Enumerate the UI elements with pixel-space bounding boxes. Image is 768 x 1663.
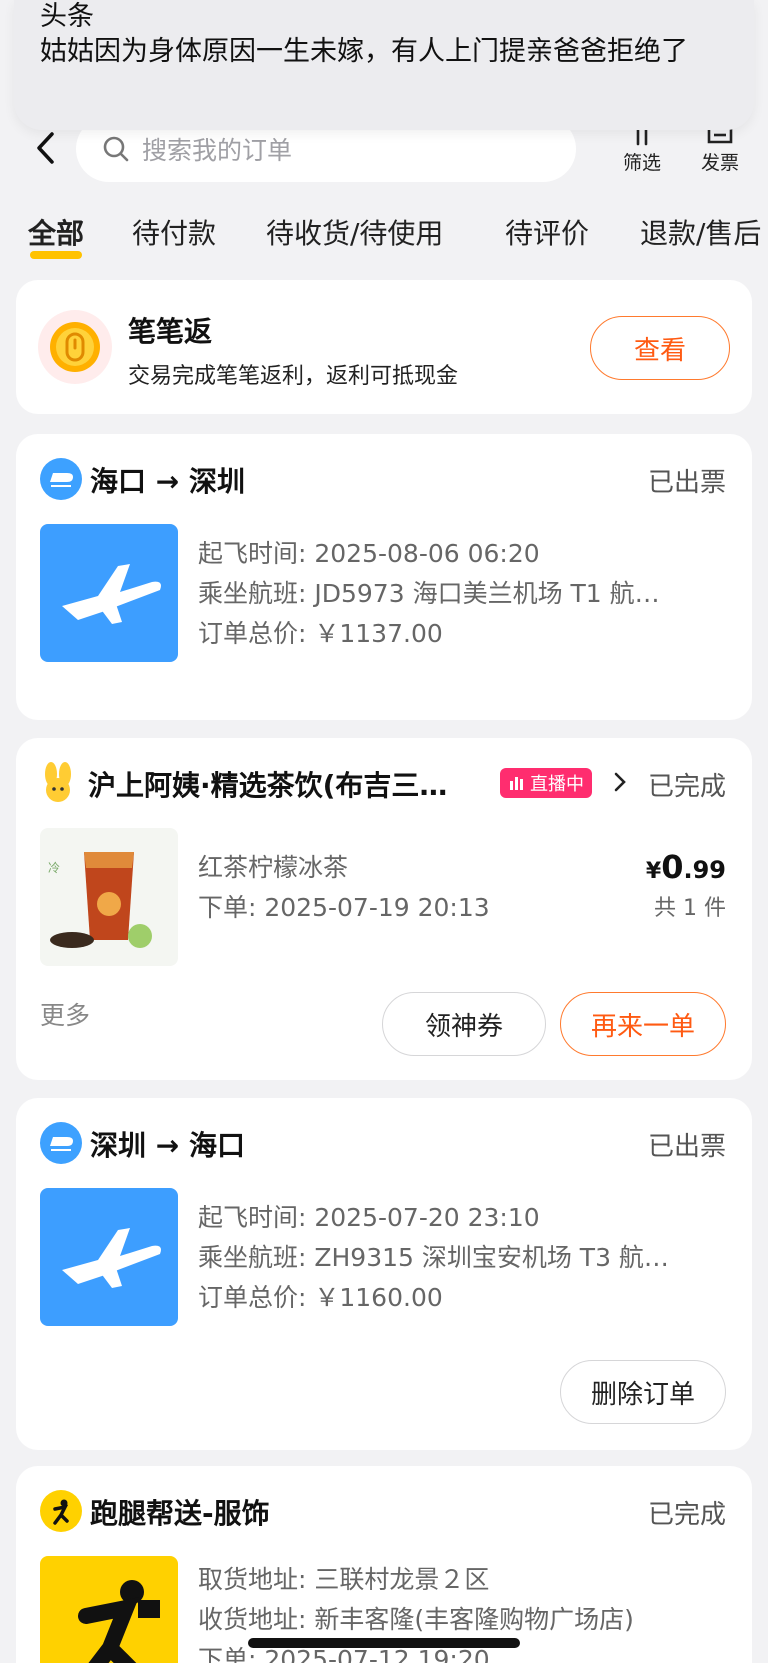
product-name: 红茶柠檬冰茶 — [198, 853, 349, 882]
errand-icon — [40, 1490, 82, 1532]
order-card-flight-1[interactable]: 海口 → 深圳 已出票 起飞时间: 2025-08-06 06:20 乘坐航班:… — [16, 434, 752, 720]
runner-icon — [40, 1556, 178, 1663]
tab-pending-review[interactable]: 待评价 — [505, 212, 589, 252]
filter-label: 筛选 — [622, 152, 661, 174]
price-symbol: ¥ — [645, 859, 662, 884]
price-integer: 0 — [661, 848, 684, 886]
search-placeholder: 搜索我的订单 — [142, 136, 293, 165]
cashback-title: 笔笔返 — [128, 315, 213, 348]
tab-pending-payment[interactable]: 待付款 — [132, 212, 216, 252]
price: ¥0.99 — [646, 848, 726, 886]
cashback-subtitle: 交易完成笔笔返利，返利可抵现金 — [128, 364, 459, 389]
order-time: 下单: 2025-07-19 20:13 — [198, 893, 490, 922]
price-decimal: .99 — [683, 856, 726, 884]
quantity: 共 1 件 — [654, 896, 726, 921]
notification-body: 姑姑因为身体原因一生未嫁，有人上门提亲爸爸拒绝了 — [40, 36, 688, 67]
svg-text:冷: 冷 — [48, 861, 60, 875]
order-total: 订单总价: ￥1137.00 — [198, 619, 443, 648]
order-card-tea[interactable]: 沪上阿姨·精选茶饮(布吉三… 直播中 已完成 冷 红茶柠檬冰茶 下单: 2025… — [16, 738, 752, 1080]
tab-refund[interactable]: 退款/售后 — [640, 212, 761, 252]
departure-time: 起飞时间: 2025-08-06 06:20 — [198, 539, 540, 568]
tab-all[interactable]: 全部 — [28, 212, 84, 252]
pickup-address: 取货地址: 三联村龙景２区 — [198, 1565, 490, 1594]
back-icon[interactable] — [30, 128, 64, 168]
live-badge-label: 直播中 — [530, 774, 584, 795]
flight-info: 乘坐航班: JD5973 海口美兰机场 T1 航… — [198, 579, 660, 608]
search-icon — [103, 136, 129, 162]
order-title: 跑腿帮送-服饰 — [90, 1497, 270, 1530]
view-button[interactable]: 查看 — [590, 316, 730, 380]
home-indicator[interactable] — [248, 1638, 520, 1648]
travel-icon — [40, 458, 82, 500]
shop-name[interactable]: 沪上阿姨·精选茶饮(布吉三… — [88, 764, 508, 804]
airplane-icon — [40, 1188, 178, 1326]
order-status: 已出票 — [647, 468, 726, 498]
coin-icon — [38, 310, 112, 384]
invoice-label: 发票 — [700, 152, 739, 174]
tab-pending-receipt[interactable]: 待收货/待使用 — [266, 212, 443, 252]
order-title: 深圳 → 海口 — [90, 1129, 245, 1162]
delivery-address: 收货地址: 新丰客隆(丰客隆购物广场店) — [198, 1605, 634, 1634]
notification-banner[interactable]: 头条 姑姑因为身体原因一生未嫁，有人上门提亲爸爸拒绝了 — [14, 0, 754, 130]
cashback-card[interactable]: 笔笔返 交易完成笔笔返利，返利可抵现金 查看 — [16, 280, 752, 414]
order-status: 已完成 — [647, 772, 726, 802]
reorder-button[interactable]: 再来一单 — [560, 992, 726, 1056]
delete-order-button[interactable]: 删除订单 — [560, 1360, 726, 1424]
live-badge: 直播中 — [500, 768, 592, 798]
order-card-errand[interactable]: 跑腿帮送-服饰 已完成 取货地址: 三联村龙景２区 收货地址: 新丰客隆(丰客隆… — [16, 1466, 752, 1663]
flight-info: 乘坐航班: ZH9315 深圳宝安机场 T3 航… — [198, 1243, 669, 1272]
tab-indicator — [30, 251, 82, 259]
order-total: 订单总价: ￥1160.00 — [198, 1283, 443, 1312]
travel-icon — [40, 1122, 82, 1164]
chevron-right-icon[interactable] — [610, 768, 630, 800]
more-link[interactable]: 更多 — [40, 996, 90, 1032]
order-tabs: 全部 待付款 待收货/待使用 待评价 退款/售后 — [0, 212, 768, 262]
get-coupon-button[interactable]: 领神券 — [382, 992, 546, 1056]
airplane-icon — [40, 524, 178, 662]
order-status: 已出票 — [647, 1132, 726, 1162]
order-status: 已完成 — [647, 1500, 726, 1530]
order-card-flight-2[interactable]: 深圳 → 海口 已出票 起飞时间: 2025-07-20 23:10 乘坐航班:… — [16, 1098, 752, 1450]
product-image[interactable]: 冷 — [40, 828, 178, 966]
departure-time: 起飞时间: 2025-07-20 23:10 — [198, 1203, 540, 1232]
notification-title: 头条 — [40, 1, 94, 32]
shop-logo-icon — [40, 762, 76, 802]
order-title: 海口 → 深圳 — [90, 465, 245, 498]
